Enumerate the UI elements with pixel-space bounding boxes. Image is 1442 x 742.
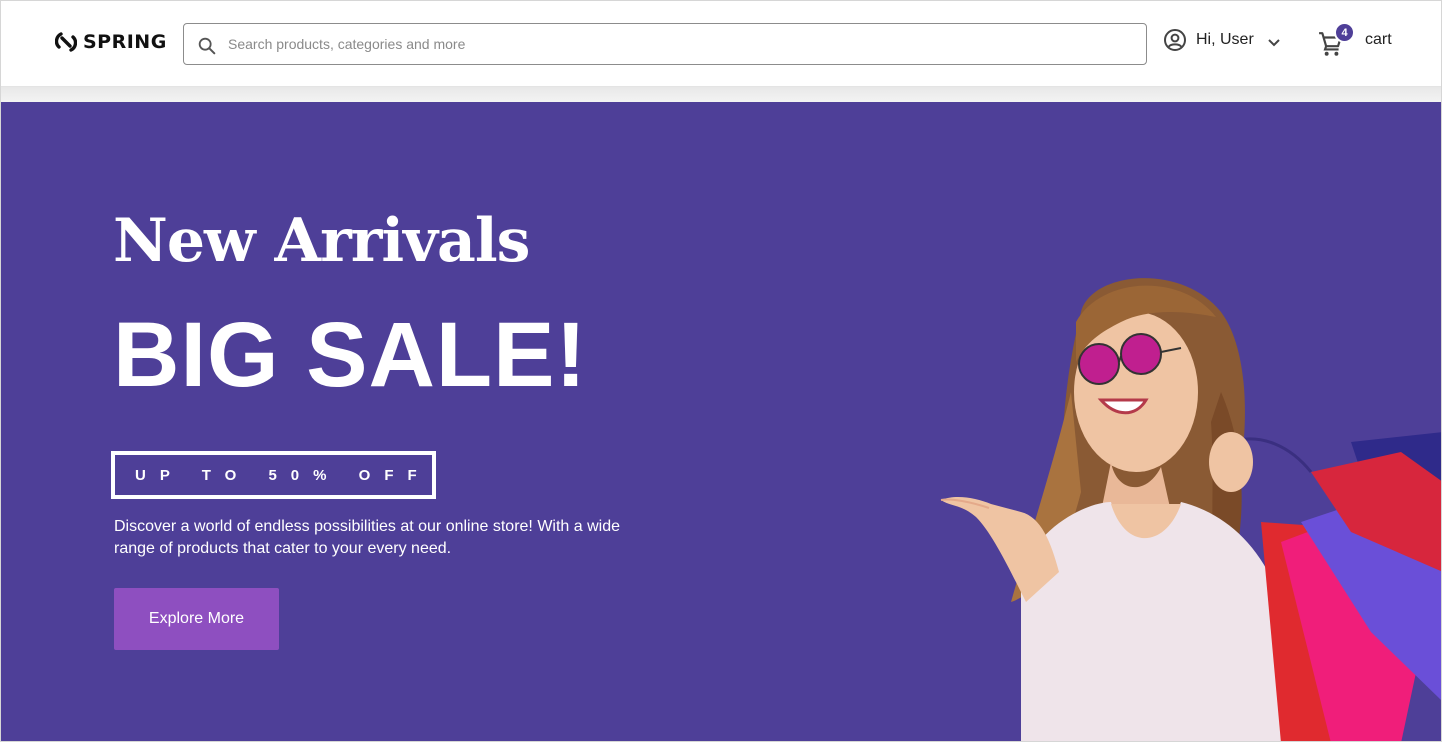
hero-model-image bbox=[940, 278, 1441, 741]
hero-subtitle: New Arrivals bbox=[113, 206, 530, 276]
hero-description: Discover a world of endless possibilitie… bbox=[114, 518, 621, 557]
top-header: SPRING Hi, User bbox=[1, 1, 1441, 87]
user-menu[interactable]: Hi, User bbox=[1163, 28, 1282, 52]
hero-banner: New Arrivals BIG SALE! UP TO 50% OFF Dis… bbox=[1, 102, 1441, 741]
user-circle-icon bbox=[1164, 29, 1186, 51]
logo-text: SPRING bbox=[83, 31, 167, 53]
hero-title: BIG SALE! bbox=[113, 304, 588, 406]
cart-count-badge: 4 bbox=[1334, 22, 1355, 43]
logo[interactable]: SPRING bbox=[55, 31, 167, 53]
search-input[interactable] bbox=[228, 36, 1108, 52]
discount-box: UP TO 50% OFF bbox=[111, 451, 436, 499]
search-bar[interactable] bbox=[183, 23, 1147, 65]
chevron-down-icon[interactable] bbox=[1266, 35, 1282, 51]
page: SPRING Hi, User bbox=[0, 0, 1442, 742]
cart-button[interactable]: 4 cart bbox=[1318, 22, 1392, 57]
explore-more-button[interactable]: Explore More bbox=[114, 588, 279, 650]
cart-icon-wrap: 4 bbox=[1318, 22, 1355, 57]
user-greeting: Hi, User bbox=[1196, 31, 1254, 48]
spring-logo-icon bbox=[55, 32, 77, 52]
header-shadow bbox=[1, 87, 1441, 102]
search-icon[interactable] bbox=[196, 35, 218, 57]
cart-label: cart bbox=[1365, 31, 1392, 48]
